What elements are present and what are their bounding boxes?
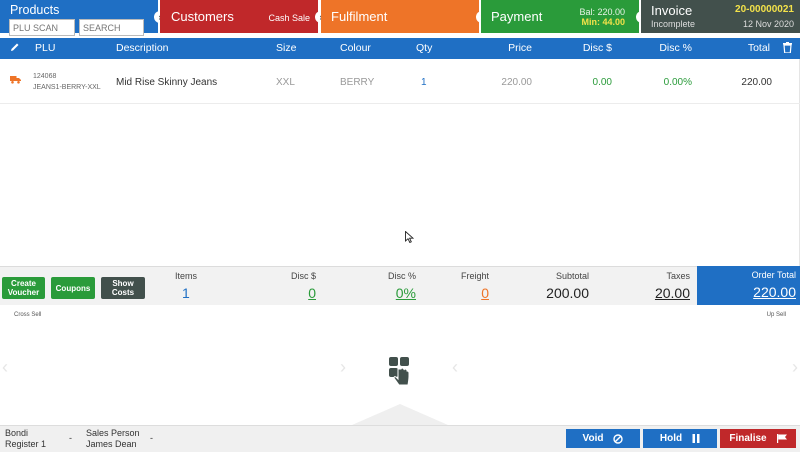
up-sell-label: Up Sell [766, 312, 786, 318]
invoice-title: Invoice [651, 3, 693, 18]
void-button[interactable]: Void [566, 429, 640, 448]
col-plu[interactable]: PLU [35, 42, 55, 54]
finalise-button[interactable]: Finalise [720, 429, 796, 448]
hold-button[interactable]: Hold [643, 429, 717, 448]
sales-person-label: Sales Person [86, 428, 140, 438]
chevron-left-icon[interactable]: ‹ [2, 357, 8, 378]
store-name: Bondi [5, 428, 29, 438]
freight-value[interactable]: 0 [481, 285, 489, 301]
cross-sell-panel: Cross Sell Up Sell ‹ › ‹ › [0, 305, 800, 425]
register-name: Register 1 [5, 439, 47, 449]
items-label: Items [175, 271, 198, 281]
fulfilment-tile[interactable]: Fulfilment [321, 0, 479, 33]
coupons-button[interactable]: Coupons [51, 277, 95, 299]
invoice-number: 20-00000021 [735, 4, 794, 15]
balance-line: Bal: 220.00 [579, 7, 625, 17]
customer-type: Cash Sale [268, 13, 310, 23]
item-price[interactable]: 220.00 [501, 77, 532, 88]
taxes-value[interactable]: 20.00 [655, 285, 690, 301]
col-colour[interactable]: Colour [340, 42, 371, 54]
sales-person-name: James Dean [86, 439, 137, 449]
item-colour: BERRY [340, 77, 375, 88]
truck-icon [10, 75, 21, 87]
minimum-line: Min: 44.00 [581, 17, 625, 27]
show-costs-button[interactable]: Show Costs [101, 277, 145, 299]
order-total-value: 220.00 [753, 284, 796, 300]
plu-scan-input[interactable] [9, 19, 75, 36]
chevron-right-icon[interactable]: › [340, 357, 346, 378]
touch-hand-icon [387, 355, 411, 392]
plu-sku: JEANS1-BERRY-XXL [33, 84, 101, 91]
col-qty[interactable]: Qty [416, 42, 432, 54]
cancel-circle-icon [613, 433, 624, 444]
totals-bar: Create Voucher Coupons Show Costs Items … [0, 266, 800, 305]
col-description[interactable]: Description [116, 42, 169, 54]
footer-bar: Bondi Register 1 - Sales Person James De… [0, 425, 800, 452]
total-disc-percent[interactable]: 0% [396, 285, 416, 301]
trash-icon[interactable] [783, 42, 792, 56]
col-disc-percent[interactable]: Disc % [659, 42, 692, 54]
cross-sell-label: Cross Sell [14, 312, 42, 318]
item-size: XXL [276, 77, 295, 88]
item-qty[interactable]: 1 [421, 77, 427, 88]
table-row[interactable]: 124068 JEANS1-BERRY-XXL Mid Rise Skinny … [0, 61, 800, 104]
mouse-cursor-icon [405, 231, 414, 243]
order-total-label: Order Total [751, 270, 796, 280]
col-size[interactable]: Size [276, 42, 296, 54]
products-title: Products [10, 3, 60, 17]
item-disc-percent[interactable]: 0.00% [664, 77, 692, 88]
items-count: 1 [182, 285, 190, 301]
invoice-status: Incomplete [651, 19, 696, 29]
sales-person-selector[interactable]: - [150, 433, 153, 443]
subtotal-label: Subtotal [555, 271, 589, 281]
chevron-right-icon[interactable]: › [792, 357, 798, 378]
product-search-input[interactable] [79, 19, 144, 36]
col-total[interactable]: Total [748, 42, 770, 54]
top-navigation: Products › Customers Cash Sale › Fulfilm… [0, 0, 800, 38]
create-voucher-button[interactable]: Create Voucher [2, 277, 45, 299]
order-total-panel[interactable]: Order Total 220.00 [697, 266, 800, 305]
payment-tile[interactable]: Payment Bal: 220.00 Min: 44.00 [481, 0, 639, 33]
invoice-date: 12 Nov 2020 [742, 19, 794, 29]
products-tile[interactable]: Products [0, 0, 158, 36]
collapse-tab[interactable] [352, 404, 448, 425]
customers-title: Customers [171, 9, 234, 24]
chevron-left-icon[interactable]: ‹ [452, 357, 458, 378]
register-selector[interactable]: - [69, 433, 72, 443]
line-items-header: PLU Description Size Colour Qty Price Di… [0, 38, 800, 59]
freight-label: Freight [460, 271, 489, 281]
plu-code: 124068 [33, 73, 57, 80]
payment-title: Payment [491, 9, 543, 24]
taxes-label: Taxes [666, 271, 690, 281]
flag-icon [776, 434, 787, 443]
fulfilment-title: Fulfilment [331, 9, 388, 24]
customers-tile[interactable]: Customers Cash Sale [160, 0, 318, 33]
total-disc-amount[interactable]: 0 [308, 285, 316, 301]
col-disc-amount[interactable]: Disc $ [583, 42, 612, 54]
disc-percent-label: Disc % [387, 271, 416, 281]
disc-amount-label: Disc $ [290, 271, 316, 281]
invoice-tile[interactable]: Invoice 20-00000021 Incomplete 12 Nov 20… [641, 0, 800, 33]
item-description: Mid Rise Skinny Jeans [116, 77, 218, 88]
item-disc-amount[interactable]: 0.00 [593, 77, 612, 88]
item-total: 220.00 [741, 77, 772, 88]
col-price[interactable]: Price [508, 42, 532, 54]
pause-icon [692, 434, 700, 443]
pencil-icon[interactable] [10, 42, 20, 55]
subtotal-value: 200.00 [546, 285, 589, 301]
